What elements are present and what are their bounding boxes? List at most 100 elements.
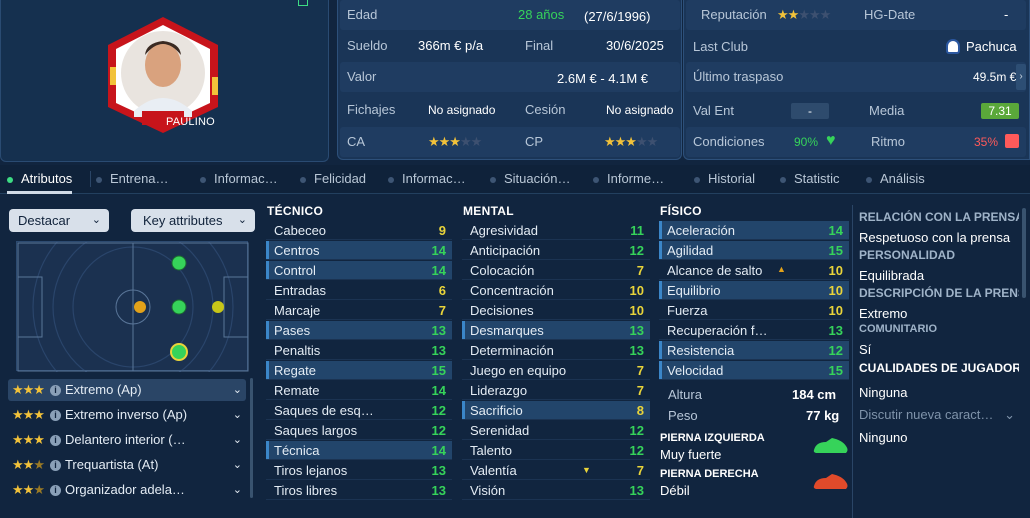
chevron-down-icon[interactable]: ⌄ xyxy=(233,404,242,426)
info-icon[interactable]: i xyxy=(49,460,61,472)
attribute-row[interactable]: Decisiones 10 xyxy=(462,301,650,320)
tab-training[interactable]: Entrena… xyxy=(96,165,169,193)
attribute-row[interactable]: Penaltis 13 xyxy=(266,341,452,360)
attribute-row[interactable]: Sacrificio 8 xyxy=(462,401,650,420)
chevron-right-icon[interactable]: › xyxy=(1016,64,1026,90)
attribute-row[interactable]: Tiros libres 13 xyxy=(266,481,452,500)
rhythm-alert-icon xyxy=(1005,134,1019,148)
attribute-row[interactable]: Regate 15 xyxy=(266,361,452,380)
attribute-row[interactable]: Desmarques 13 xyxy=(462,321,650,340)
roles-scrollbar[interactable] xyxy=(250,378,253,498)
attribute-value: 6 xyxy=(438,283,446,298)
attribute-value: 11 xyxy=(630,223,644,238)
sidebar-scrollbar[interactable] xyxy=(1022,208,1026,298)
discuss-trait-dropdown[interactable]: Discutir nueva caract… ⌄ xyxy=(859,407,1019,422)
attribute-row[interactable]: Saques de esq… 12 xyxy=(266,401,452,420)
tab-statistics[interactable]: Statistic xyxy=(780,165,840,193)
tab-attributes[interactable]: Atributos xyxy=(7,165,73,194)
key-attributes-dropdown[interactable]: Key attributes ⌄ xyxy=(131,209,255,232)
attribute-row[interactable]: Técnica 14 xyxy=(266,441,452,460)
dot-icon xyxy=(780,176,786,183)
attribute-row[interactable]: Entradas 6 xyxy=(266,281,452,300)
attribute-row[interactable]: Pases 13 xyxy=(266,321,452,340)
tab-report-1[interactable]: Informac… xyxy=(200,165,278,193)
info-icon[interactable]: i xyxy=(49,435,61,447)
role-row[interactable]: ★★★ i Extremo inverso (Ap) ⌄ xyxy=(8,404,246,426)
attribute-row[interactable]: Fuerza 10 xyxy=(659,301,849,320)
attribute-name: Entradas xyxy=(274,283,327,298)
highlight-dropdown[interactable]: Destacar ⌄ xyxy=(9,209,109,232)
tab-report-3[interactable]: Informe… xyxy=(593,165,664,193)
attribute-value: 12 xyxy=(629,443,644,458)
signings-label: Fichajes xyxy=(347,102,396,117)
chevron-down-icon[interactable]: ⌄ xyxy=(233,429,242,451)
attribute-row[interactable]: Tiros lejanos 13 xyxy=(266,461,452,480)
attribute-row[interactable]: Colocación 7 xyxy=(462,261,650,280)
info-icon[interactable]: i xyxy=(49,410,61,422)
attribute-row[interactable]: Velocidad 15 xyxy=(659,361,849,380)
attribute-name: Anticipación xyxy=(470,243,541,258)
role-row[interactable]: ★★★ i Organizador adela… ⌄ xyxy=(8,479,246,501)
tab-history[interactable]: Historial xyxy=(694,165,755,193)
attribute-name: Centros xyxy=(274,243,320,258)
attribute-name: Aceleración xyxy=(667,223,735,238)
press-heading: RELACIÓN CON LA PRENSA xyxy=(859,210,1019,224)
attribute-row[interactable]: Resistencia 12 xyxy=(659,341,849,360)
attribute-row[interactable]: Liderazgo 7 xyxy=(462,381,650,400)
info-icon[interactable]: i xyxy=(49,385,61,397)
attribute-row[interactable]: Equilibrio 10 xyxy=(659,281,849,300)
tab-situation[interactable]: Situación… xyxy=(490,165,570,193)
dot-icon xyxy=(593,176,599,183)
attribute-row[interactable]: Agresividad 11 xyxy=(462,221,650,240)
reputation-info-panel: Reputación ★★★★★ HG-Date - Last Club Pac… xyxy=(683,0,1030,160)
attribute-name: Agilidad xyxy=(667,243,714,258)
loan-label: Cesión xyxy=(525,102,566,117)
traits-heading: CUALIDADES DE JUGADOR xyxy=(859,361,1019,375)
role-row[interactable]: ★★★ i Extremo (Ap) ⌄ xyxy=(8,379,246,401)
attribute-row[interactable]: Determinación 13 xyxy=(462,341,650,360)
tab-happiness[interactable]: Felicidad xyxy=(300,165,366,193)
dot-icon xyxy=(388,176,394,183)
attribute-row[interactable]: Remate 14 xyxy=(266,381,452,400)
attribute-row[interactable]: Concentración 10 xyxy=(462,281,650,300)
attribute-row[interactable]: Juego en equipo 7 xyxy=(462,361,650,380)
role-row[interactable]: ★★★ i Trequartista (At) ⌄ xyxy=(8,454,246,476)
attribute-value: 14 xyxy=(431,263,446,278)
attribute-name: Fuerza xyxy=(667,303,708,318)
attribute-row[interactable]: Control 14 xyxy=(266,261,452,280)
attribute-name: Determinación xyxy=(470,343,554,358)
attribute-row[interactable]: Cabeceo 9 xyxy=(266,221,452,240)
ca-label: CA xyxy=(347,134,366,149)
attribute-row[interactable]: Visión 13 xyxy=(462,481,650,500)
attribute-row[interactable]: Recuperación f… 13 xyxy=(659,321,849,340)
position-dot xyxy=(171,299,187,315)
role-stars: ★★★ xyxy=(12,457,45,472)
contract-end-label: Final xyxy=(525,38,554,53)
last-club-value[interactable]: Pachuca xyxy=(966,32,1017,62)
tab-analysis[interactable]: Análisis xyxy=(866,165,925,193)
attribute-name: Colocación xyxy=(470,263,535,278)
attribute-row[interactable]: Marcaje 7 xyxy=(266,301,452,320)
attribute-row[interactable]: Talento 12 xyxy=(462,441,650,460)
chevron-down-icon[interactable]: ⌄ xyxy=(233,379,242,401)
attribute-value: 15 xyxy=(828,243,843,258)
tab-report-2[interactable]: Informac… xyxy=(388,165,466,193)
attribute-row[interactable]: Aceleración 14 xyxy=(659,221,849,240)
attribute-row[interactable]: Agilidad 15 xyxy=(659,241,849,260)
right-foot-heading: PIERNA DERECHA xyxy=(660,468,759,480)
dot-icon xyxy=(866,176,872,183)
dob-value: (27/6/1996) xyxy=(584,9,651,24)
height-value: 184 cm xyxy=(792,387,837,402)
attribute-value: 13 xyxy=(431,463,446,478)
attribute-row[interactable]: Serenidad 12 xyxy=(462,421,650,440)
attribute-row[interactable]: Saques largos 12 xyxy=(266,421,452,440)
role-label: Organizador adela… xyxy=(64,482,185,497)
attribute-row[interactable]: Anticipación 12 xyxy=(462,241,650,260)
attribute-row[interactable]: Valentía 7 xyxy=(462,461,650,480)
attribute-row[interactable]: Alcance de salto 10 xyxy=(659,261,849,280)
chevron-down-icon[interactable]: ⌄ xyxy=(233,454,242,476)
attribute-row[interactable]: Centros 14 xyxy=(266,241,452,260)
info-icon[interactable]: i xyxy=(49,485,61,497)
chevron-down-icon[interactable]: ⌄ xyxy=(233,479,242,501)
role-row[interactable]: ★★★ i Delantero interior (… ⌄ xyxy=(8,429,246,451)
